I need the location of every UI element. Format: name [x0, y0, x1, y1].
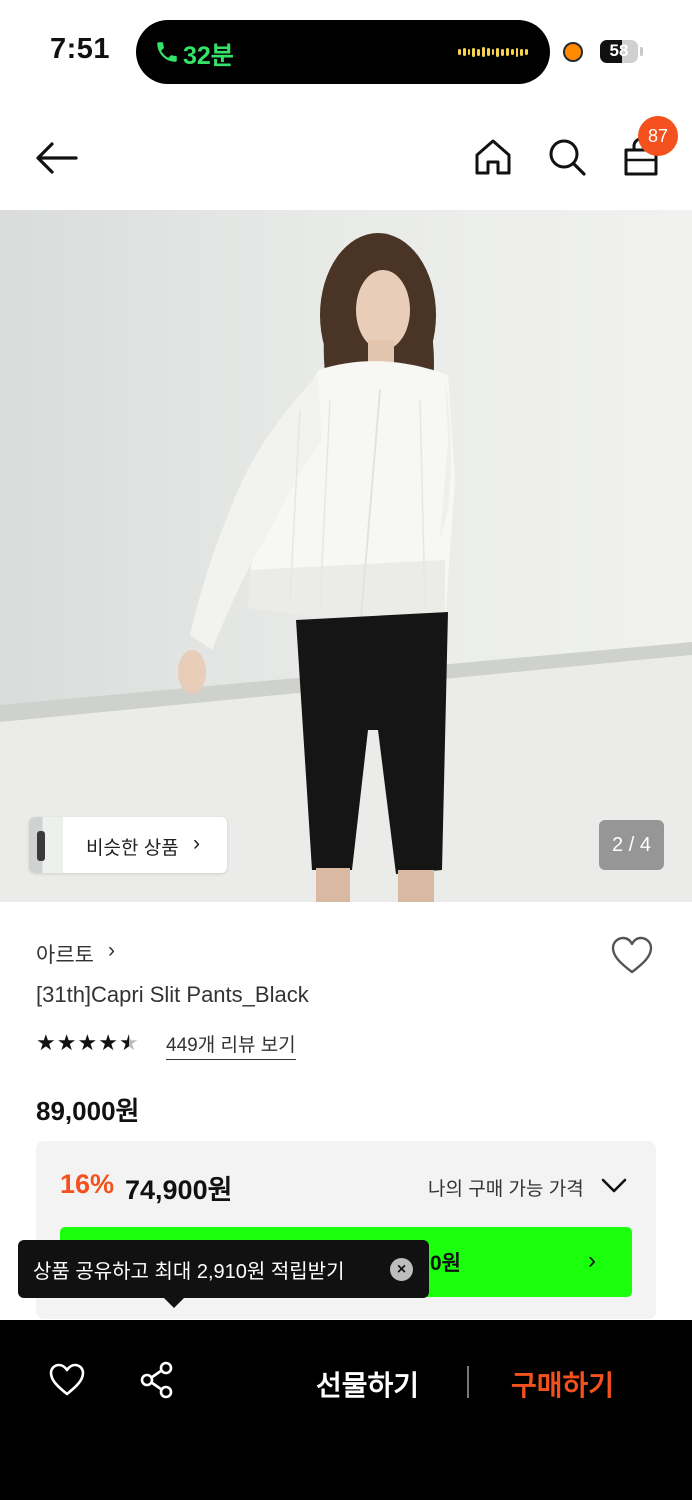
star-full-icon: ★: [56, 1030, 77, 1055]
audio-waveform-icon: [458, 42, 528, 62]
tooltip-arrow: [164, 1298, 184, 1308]
bottom-action-bar: 선물하기 구매하기: [0, 1320, 692, 1500]
battery-cap: [640, 47, 643, 56]
share-icon[interactable]: [138, 1360, 176, 1400]
battery-icon: 58: [600, 40, 638, 63]
call-duration: 32분: [183, 42, 234, 70]
rating-stars: ★ ★ ★ ★ ★: [36, 1030, 139, 1056]
cart-count-badge: 87: [638, 116, 678, 156]
star-full-icon: ★: [36, 1030, 56, 1055]
buy-button[interactable]: 구매하기: [511, 1364, 614, 1404]
close-icon[interactable]: ×: [390, 1258, 413, 1281]
star-half-icon: ★: [118, 1030, 139, 1055]
tooltip-text: 상품 공유하고 최대 2,910원 적립받기: [33, 1261, 345, 1283]
sale-price: 74,900원: [125, 1175, 233, 1205]
star-full-icon: ★: [77, 1030, 98, 1055]
heart-icon[interactable]: [610, 936, 654, 976]
review-link[interactable]: 449개 리뷰 보기: [166, 1030, 296, 1060]
brand-link[interactable]: 아르토: [36, 939, 94, 969]
status-time: 7:51: [50, 33, 111, 65]
product-name: [31th]Capri Slit Pants_Black: [36, 982, 309, 1007]
share-reward-tooltip: 상품 공유하고 최대 2,910원 적립받기 ×: [18, 1240, 429, 1308]
wishlist-heart-icon[interactable]: [48, 1362, 86, 1398]
battery-level: 58: [609, 41, 629, 60]
discount-rate: 16%: [60, 1169, 115, 1199]
back-arrow-icon[interactable]: [32, 138, 80, 178]
star-full-icon: ★: [98, 1030, 118, 1055]
chevron-right-icon[interactable]: ›: [108, 939, 115, 963]
status-bar: 7:51 32분 58: [0, 0, 692, 100]
chevron-down-icon[interactable]: [600, 1174, 628, 1196]
image-pager-indicator: 2 / 4: [599, 820, 664, 870]
divider: [467, 1366, 469, 1398]
original-price: 89,000원: [36, 1096, 140, 1126]
chevron-right-icon: ›: [588, 1247, 596, 1274]
phone-icon: [157, 42, 177, 62]
similar-products-label: 비슷한 상품: [86, 838, 179, 859]
my-price-toggle[interactable]: 나의 구매 가능 가격: [428, 1174, 584, 1201]
similar-products-button[interactable]: 비슷한 상품 ›: [29, 817, 227, 873]
gift-button[interactable]: 선물하기: [316, 1364, 419, 1404]
coupon-price-text: 0원: [430, 1252, 461, 1275]
home-icon[interactable]: [470, 134, 516, 180]
top-nav-bar: [0, 100, 692, 210]
chevron-right-icon: ›: [193, 832, 200, 855]
similar-product-thumbnail: [29, 817, 63, 873]
search-icon[interactable]: [544, 134, 590, 180]
product-photo: [0, 210, 692, 902]
dynamic-island-call[interactable]: 32분: [136, 20, 550, 84]
recording-indicator-icon: [563, 42, 583, 62]
product-image[interactable]: [0, 210, 692, 902]
